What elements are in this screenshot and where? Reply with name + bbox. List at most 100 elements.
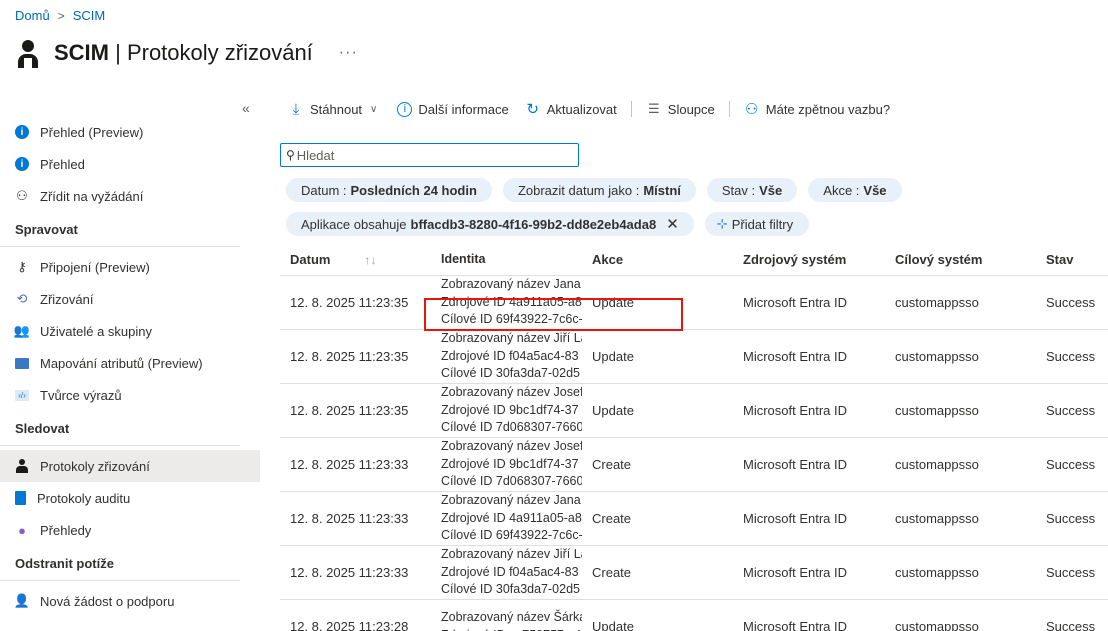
users-icon: 👥 xyxy=(13,323,31,338)
sort-icon[interactable]: ↑↓ xyxy=(364,253,376,267)
table-icon xyxy=(15,357,29,369)
column-header-target[interactable]: Cílový systém xyxy=(885,252,1036,267)
column-header-identity[interactable]: Identita xyxy=(431,251,582,269)
sidebar-item-users-groups[interactable]: 👥 Uživatelé a skupiny xyxy=(0,315,260,347)
cell-identity: Zobrazovaný název Jana Zdrojové ID 4a911… xyxy=(431,492,582,545)
page-header: SCIM | Protokoly zřizování ··· xyxy=(16,36,358,70)
identity-source-id: Zdrojové ID ce758757-c4 xyxy=(441,627,582,631)
filter-action-pill[interactable]: Akce : Vše xyxy=(808,178,902,202)
breadcrumb-scim-link[interactable]: SCIM xyxy=(73,8,106,23)
cell-date: 12. 8. 2025 11:23:35 xyxy=(290,349,409,364)
feedback-button[interactable]: ⚇ Máte zpětnou vazbu? xyxy=(744,100,890,118)
breadcrumb-home-link[interactable]: Domů xyxy=(15,8,50,23)
sidebar: i Přehled (Preview) i Přehled ⚇ Zřídit n… xyxy=(0,116,260,617)
sidebar-item-label: Uživatelé a skupiny xyxy=(40,323,152,339)
table-row[interactable]: 12. 8. 2025 11:23:35 Zobrazovaný název J… xyxy=(280,384,1108,438)
sidebar-item-connectivity[interactable]: ⚷ Připojení (Preview) xyxy=(0,251,260,283)
cell-source-system: Microsoft Entra ID xyxy=(743,403,848,418)
filter-pills: Datum : Posledních 24 hodin Zobrazit datu… xyxy=(286,178,902,202)
refresh-button[interactable]: ↻ Aktualizovat xyxy=(525,100,616,118)
search-input[interactable] xyxy=(296,147,557,163)
plug-icon: ⚷ xyxy=(17,259,27,274)
person-log-icon xyxy=(15,459,29,473)
identity-source-id: Zdrojové ID 4a911a05-a8 xyxy=(441,294,582,309)
table-row[interactable]: 12. 8. 2025 11:23:33 Zobrazovaný název J… xyxy=(280,492,1108,546)
filter-application-pill[interactable]: Aplikace obsahuje bffacdb3-8280-4f16-99b2… xyxy=(286,212,694,236)
filter-show-date-pill[interactable]: Zobrazit datum jako : Místní xyxy=(502,178,696,202)
column-header-action[interactable]: Akce xyxy=(582,252,733,267)
cell-action: Update xyxy=(592,403,634,418)
cell-identity: Zobrazovaný název Josef Zdrojové ID 9bc1… xyxy=(431,438,582,491)
column-header-source[interactable]: Zdrojový systém xyxy=(733,252,885,267)
identity-source-id: Zdrojové ID f04a5ac4-83 xyxy=(441,348,579,363)
collapse-sidebar-icon[interactable]: « xyxy=(242,100,250,116)
feedback-person-icon: ⚇ xyxy=(745,101,759,118)
filter-status-pill[interactable]: Stav : Vše xyxy=(706,178,798,202)
sidebar-item-overview[interactable]: i Přehled xyxy=(0,148,260,180)
cell-target-system: customappsso xyxy=(895,565,979,580)
cell-date: 12. 8. 2025 11:23:28 xyxy=(290,619,409,631)
cell-source-system: Microsoft Entra ID xyxy=(743,457,848,472)
sidebar-item-insights[interactable]: ● Přehledy xyxy=(0,514,260,546)
book-icon xyxy=(15,491,26,505)
cell-source-system: Microsoft Entra ID xyxy=(743,511,848,526)
cell-source-system: Microsoft Entra ID xyxy=(743,295,848,310)
close-icon[interactable]: ✕ xyxy=(666,215,679,233)
table-row[interactable]: 12. 8. 2025 11:23:35 Zobrazovaný název J… xyxy=(280,330,1108,384)
table-row[interactable]: 12. 8. 2025 11:23:33 Zobrazovaný název J… xyxy=(280,546,1108,600)
identity-display-name: Zobrazovaný název Šárka xyxy=(441,610,582,624)
sidebar-item-provisioning-logs[interactable]: Protokoly zřizování xyxy=(0,450,260,482)
cell-status: Success xyxy=(1046,457,1096,472)
sidebar-item-audit-logs[interactable]: Protokoly auditu xyxy=(0,482,260,514)
cell-target-system: customappsso xyxy=(895,457,979,472)
sidebar-item-label: Přehled xyxy=(40,156,85,172)
sidebar-item-expression-builder[interactable]: ‹/› Tvůrce výrazů xyxy=(0,379,260,411)
add-filter-button[interactable]: ⊹ Přidat filtry xyxy=(704,212,810,236)
sidebar-item-label: Mapování atributů (Preview) xyxy=(40,355,203,371)
cell-action: Create xyxy=(592,457,632,472)
table-row[interactable]: 12. 8. 2025 11:23:35 Zobrazovaný název J… xyxy=(280,276,1108,330)
identity-target-id: Cílové ID 30fa3da7-02d5 xyxy=(441,582,580,597)
more-info-button[interactable]: i Další informace xyxy=(397,101,509,117)
identity-source-id: Zdrojové ID f04a5ac4-83 xyxy=(441,564,579,579)
toolbar-divider xyxy=(728,101,730,117)
sidebar-item-overview-preview[interactable]: i Přehled (Preview) xyxy=(0,116,260,148)
sidebar-item-label: Tvůrce výrazů xyxy=(40,387,122,403)
sidebar-item-new-support-request[interactable]: 👤 Nová žádost o podporu xyxy=(0,585,260,617)
sidebar-item-attribute-mapping[interactable]: Mapování atributů (Preview) xyxy=(0,347,260,379)
filter-date-pill[interactable]: Datum : Posledních 24 hodin xyxy=(286,178,492,202)
columns-button[interactable]: ☰ Sloupce xyxy=(646,101,715,117)
cell-date: 12. 8. 2025 11:23:35 xyxy=(290,295,409,310)
code-icon: ‹/› xyxy=(15,389,29,401)
search-box: ⚲ xyxy=(280,143,579,167)
more-options-icon[interactable]: ··· xyxy=(339,44,358,62)
download-icon: ⤓ xyxy=(292,100,300,118)
cell-identity: Zobrazovaný název Jiří La Zdrojové ID f0… xyxy=(431,330,582,383)
sidebar-item-label: Protokoly auditu xyxy=(37,490,131,506)
chevron-down-icon: ∨ xyxy=(370,103,378,115)
sidebar-item-provision-on-demand[interactable]: ⚇ Zřídit na vyžádání xyxy=(0,180,260,212)
table-row[interactable]: 12. 8. 2025 11:23:28 Zobrazovaný název Š… xyxy=(280,600,1108,631)
provisioning-icon: ⟲ xyxy=(16,291,28,306)
identity-target-id: Cílové ID 69f43922-7c6c- xyxy=(441,312,582,327)
sidebar-item-label: Připojení (Preview) xyxy=(40,259,150,275)
column-header-status[interactable]: Stav xyxy=(1036,252,1108,267)
cell-date: 12. 8. 2025 11:23:33 xyxy=(290,511,409,526)
cell-status: Success xyxy=(1046,295,1096,310)
identity-target-id: Cílové ID 7d068307-7660 xyxy=(441,474,582,489)
columns-icon: ☰ xyxy=(647,101,660,116)
search-icon: ⚲ xyxy=(286,148,295,162)
cell-status: Success xyxy=(1046,403,1096,418)
column-header-date[interactable]: Datum ↑↓ xyxy=(280,252,431,267)
cell-identity: Zobrazovaný název Jana Zdrojové ID 4a911… xyxy=(431,276,582,329)
toolbar: ⤓ Stáhnout ∨ i Další informace ↻ Aktuali… xyxy=(288,98,890,120)
identity-display-name: Zobrazovaný název Jana xyxy=(441,493,581,508)
download-button[interactable]: ⤓ Stáhnout ∨ xyxy=(288,100,378,118)
table-row[interactable]: 12. 8. 2025 11:23:33 Zobrazovaný název J… xyxy=(280,438,1108,492)
sidebar-item-label: Nová žádost o podporu xyxy=(40,593,175,609)
cell-target-system: customappsso xyxy=(895,511,979,526)
sidebar-item-provisioning[interactable]: ⟲ Zřizování xyxy=(0,283,260,315)
filter-pills-row-2: Aplikace obsahuje bffacdb3-8280-4f16-99b2… xyxy=(286,212,810,236)
person-log-icon xyxy=(16,36,40,70)
toolbar-divider xyxy=(630,101,632,117)
